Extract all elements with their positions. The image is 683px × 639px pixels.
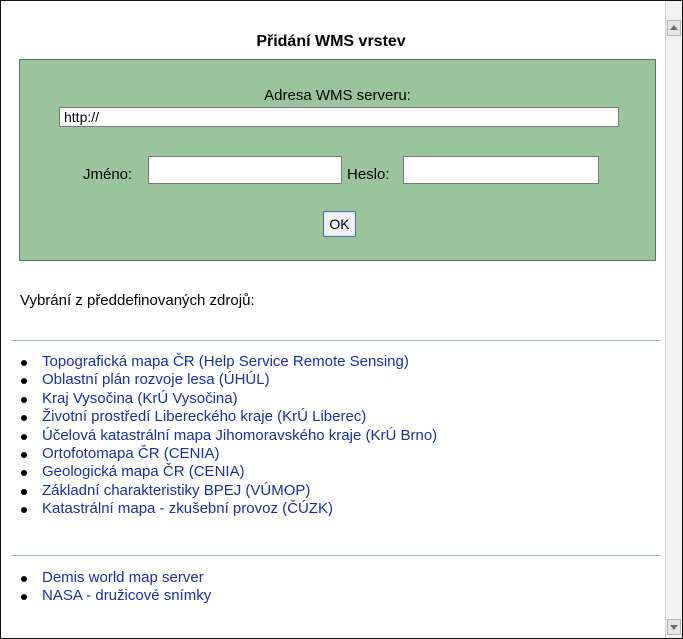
source-list-item: Ortofotomapa ČR (CENIA)	[1, 445, 437, 463]
bullet-icon	[21, 396, 27, 403]
source-link[interactable]: Topografická mapa ČR (Help Service Remot…	[42, 353, 409, 370]
bullet-icon	[21, 378, 27, 385]
bullet-icon	[21, 470, 27, 477]
source-link[interactable]: NASA - družicové snímky	[42, 587, 211, 604]
dialog-window: Přidání WMS vrstev Adresa WMS serveru: J…	[0, 0, 683, 639]
source-link[interactable]: Oblastní plán rozvoje lesa (ÚHÚL)	[42, 371, 270, 388]
source-link[interactable]: Základní charakteristiky BPEJ (VÚMOP)	[42, 482, 310, 499]
source-link[interactable]: Katastrální mapa - zkušební provoz (ČÚZK…	[42, 500, 333, 517]
arrow-down-icon	[670, 625, 678, 630]
dialog-title: Přidání WMS vrstev	[256, 33, 406, 50]
scroll-down-button[interactable]	[667, 619, 681, 635]
source-list-item: Kraj Vysočina (KrÚ Vysočina)	[1, 390, 437, 408]
predefined-list-secondary: Demis world map server NASA - družicové s…	[1, 569, 211, 606]
bullet-icon	[21, 360, 27, 366]
source-list-item: Oblastní plán rozvoje lesa (ÚHÚL)	[1, 371, 437, 389]
ok-button[interactable]: OK	[323, 211, 356, 237]
bullet-icon	[21, 576, 27, 582]
source-link[interactable]: Demis world map server	[42, 569, 204, 586]
bullet-icon	[21, 507, 27, 514]
server-address-label: Adresa WMS serveru:	[264, 87, 411, 104]
arrow-up-icon	[670, 25, 678, 30]
source-link[interactable]: Geologická mapa ČR (CENIA)	[42, 463, 245, 480]
source-list-item: Životní prostředí Libereckého kraje (KrÚ…	[1, 408, 437, 426]
predefined-list-primary: Topografická mapa ČR (Help Service Remot…	[1, 353, 437, 519]
source-list-item: Demis world map server	[1, 569, 211, 587]
source-list-item: Geologická mapa ČR (CENIA)	[1, 463, 437, 481]
separator-top	[11, 340, 661, 341]
bullet-icon	[21, 433, 27, 440]
source-link[interactable]: Životní prostředí Libereckého kraje (KrÚ…	[42, 408, 366, 425]
password-label: Heslo:	[347, 166, 390, 183]
source-list-item: Katastrální mapa - zkušební provoz (ČÚZK…	[1, 500, 437, 518]
vertical-scrollbar[interactable]	[665, 1, 682, 638]
server-address-input[interactable]	[59, 107, 619, 127]
bullet-icon	[21, 488, 27, 495]
wms-server-panel: Adresa WMS serveru: Jméno: Heslo: OK	[19, 59, 656, 261]
source-link[interactable]: Kraj Vysočina (KrÚ Vysočina)	[42, 390, 238, 407]
scroll-up-button[interactable]	[667, 20, 681, 36]
predefined-sources-label: Vybrání z předdefinovaných zdrojů:	[20, 292, 255, 309]
name-label: Jméno:	[83, 166, 133, 183]
password-input[interactable]	[403, 156, 599, 184]
name-input[interactable]	[148, 156, 342, 184]
source-list-item: Základní charakteristiky BPEJ (VÚMOP)	[1, 482, 437, 500]
bullet-icon	[21, 594, 27, 601]
source-list-item: Účelová katastrální mapa Jihomoravského …	[1, 427, 437, 445]
bullet-icon	[21, 451, 27, 458]
source-list-item: Topografická mapa ČR (Help Service Remot…	[1, 353, 437, 371]
source-list-item: NASA - družicové snímky	[1, 587, 211, 605]
separator-middle	[11, 555, 661, 556]
source-link[interactable]: Ortofotomapa ČR (CENIA)	[42, 445, 220, 462]
source-link[interactable]: Účelová katastrální mapa Jihomoravského …	[42, 427, 437, 444]
bullet-icon	[21, 415, 27, 422]
